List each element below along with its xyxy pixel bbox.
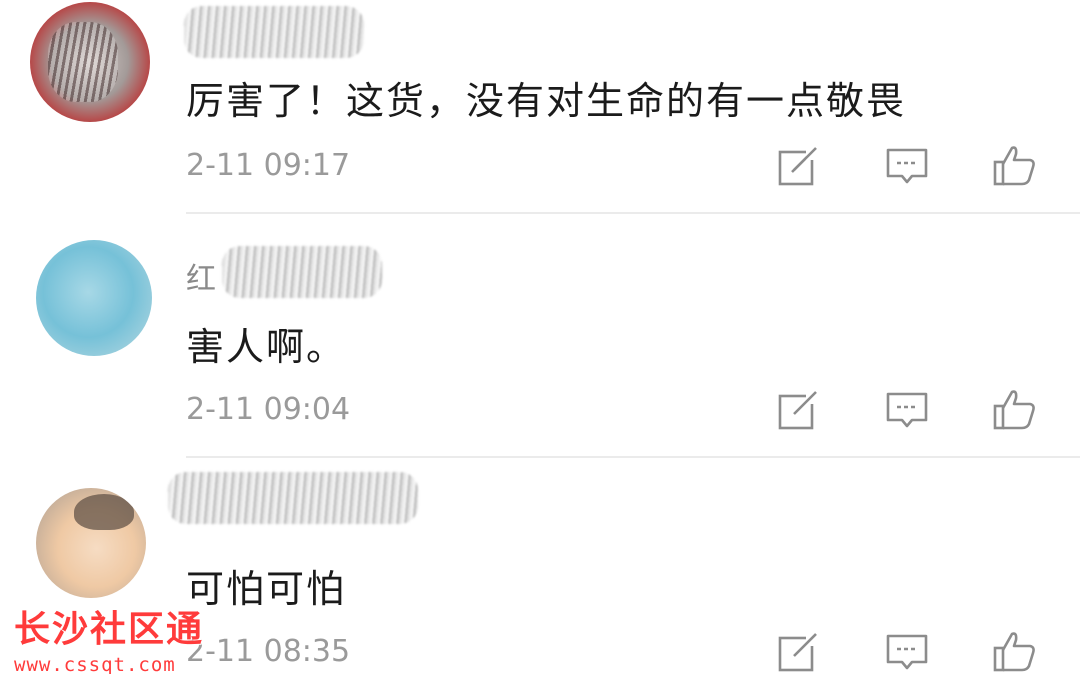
comment-list: 厉害了！这货，没有对生命的有一点敬畏 2-11 09:17 红 害人啊。 2-1… — [0, 0, 1080, 674]
avatar[interactable] — [36, 488, 146, 598]
comment-time: 2-11 09:17 — [186, 148, 351, 183]
comment-item: 红 害人啊。 2-11 09:04 — [0, 214, 1080, 458]
comment-text: 可怕可怕 — [186, 567, 347, 611]
comment-time: 2-11 09:04 — [186, 392, 351, 427]
site-watermark: 长沙社区通 www.cssqt.com — [14, 600, 204, 674]
thumbs-up-icon[interactable] — [992, 628, 1038, 674]
avatar[interactable] — [30, 2, 150, 122]
watermark-title: 长沙社区通 — [14, 609, 205, 650]
username-redacted — [168, 472, 418, 524]
username[interactable]: 红 — [186, 254, 216, 298]
comment-time: 2-11 08:35 — [186, 634, 351, 669]
comment-icon[interactable] — [884, 388, 930, 434]
edit-icon[interactable] — [776, 630, 822, 674]
username-redacted — [222, 246, 382, 298]
comment-icon[interactable] — [884, 630, 930, 674]
thumbs-up-icon[interactable] — [992, 386, 1038, 432]
edit-icon[interactable] — [776, 144, 822, 190]
comment-text: 害人啊。 — [186, 325, 347, 369]
comment-item: 厉害了！这货，没有对生命的有一点敬畏 2-11 09:17 — [0, 0, 1080, 214]
comment-text: 厉害了！这货，没有对生命的有一点敬畏 — [186, 79, 907, 123]
avatar[interactable] — [36, 240, 152, 356]
thumbs-up-icon[interactable] — [992, 142, 1038, 188]
username-redacted — [184, 6, 364, 58]
edit-icon[interactable] — [776, 388, 822, 434]
comment-icon[interactable] — [884, 144, 930, 190]
watermark-url: www.cssqt.com — [14, 654, 176, 674]
